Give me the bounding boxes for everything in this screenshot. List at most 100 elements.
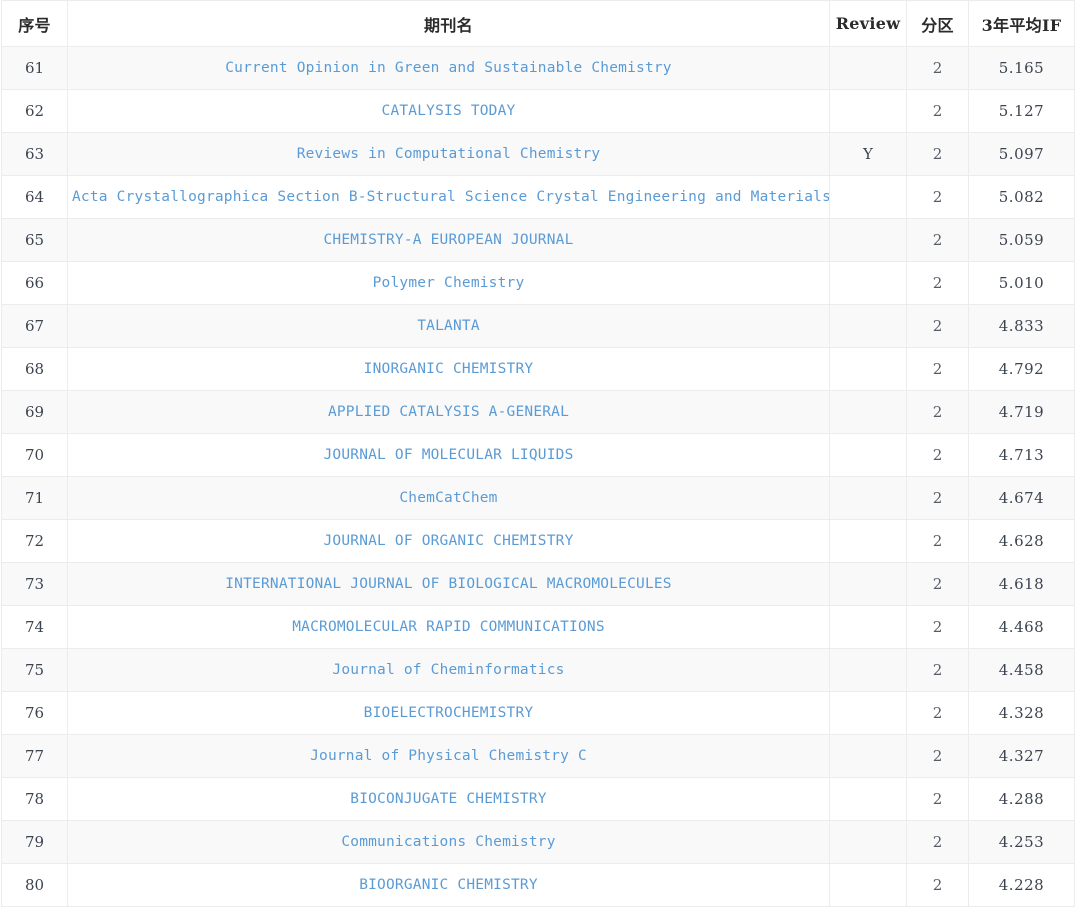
- cell-zone: 2: [906, 648, 969, 692]
- cell-journal-name[interactable]: INTERNATIONAL JOURNAL OF BIOLOGICAL MACR…: [67, 562, 830, 606]
- cell-zone: 2: [906, 562, 969, 606]
- cell-if3y: 5.082: [968, 175, 1075, 219]
- cell-zone: 2: [906, 175, 969, 219]
- cell-journal-name[interactable]: JOURNAL OF MOLECULAR LIQUIDS: [67, 433, 830, 477]
- column-header-zone[interactable]: 分区: [906, 0, 969, 47]
- journal-ranking-table: 序号 期刊名 Review 分区 3年平均IF 61 Current Opinio…: [1, 0, 1075, 907]
- cell-review: [829, 347, 907, 391]
- cell-review: [829, 519, 907, 563]
- cell-if3y: 4.674: [968, 476, 1075, 520]
- cell-if3y: 5.010: [968, 261, 1075, 305]
- cell-journal-name[interactable]: Current Opinion in Green and Sustainable…: [67, 46, 830, 90]
- cell-journal-name[interactable]: TALANTA: [67, 304, 830, 348]
- column-header-journal-name[interactable]: 期刊名: [67, 0, 830, 47]
- cell-journal-name[interactable]: JOURNAL OF ORGANIC CHEMISTRY: [67, 519, 830, 563]
- cell-review: [829, 734, 907, 778]
- cell-journal-name[interactable]: Acta Crystallographica Section B-Structu…: [67, 175, 830, 219]
- cell-index: 70: [1, 433, 68, 477]
- cell-index: 65: [1, 218, 68, 262]
- cell-index: 76: [1, 691, 68, 735]
- cell-journal-name[interactable]: BIOCONJUGATE CHEMISTRY: [67, 777, 830, 821]
- table-row[interactable]: 63 Reviews in Computational Chemistry Y 2 5.…: [1, 132, 1075, 176]
- table-row[interactable]: 75 Journal of Cheminformatics 2 4.458: [1, 648, 1075, 692]
- cell-if3y: 5.059: [968, 218, 1075, 262]
- cell-journal-name[interactable]: CHEMISTRY-A EUROPEAN JOURNAL: [67, 218, 830, 262]
- table-row[interactable]: 62 CATALYSIS TODAY 2 5.127: [1, 89, 1075, 133]
- table-row[interactable]: 64 Acta Crystallographica Section B-Struc…: [1, 175, 1075, 219]
- cell-index: 72: [1, 519, 68, 563]
- table-row[interactable]: 76 BIOELECTROCHEMISTRY 2 4.328: [1, 691, 1075, 735]
- cell-journal-name[interactable]: Communications Chemistry: [67, 820, 830, 864]
- cell-if3y: 4.468: [968, 605, 1075, 649]
- table-row[interactable]: 78 BIOCONJUGATE CHEMISTRY 2 4.288: [1, 777, 1075, 821]
- cell-journal-name[interactable]: Journal of Cheminformatics: [67, 648, 830, 692]
- cell-zone: 2: [906, 218, 969, 262]
- cell-review: [829, 562, 907, 606]
- cell-review: [829, 605, 907, 649]
- table-row[interactable]: 67 TALANTA 2 4.833: [1, 304, 1075, 348]
- cell-journal-name[interactable]: Reviews in Computational Chemistry: [67, 132, 830, 176]
- cell-index: 62: [1, 89, 68, 133]
- cell-if3y: 4.327: [968, 734, 1075, 778]
- cell-journal-name[interactable]: ChemCatChem: [67, 476, 830, 520]
- cell-zone: 2: [906, 46, 969, 90]
- cell-if3y: 4.719: [968, 390, 1075, 434]
- cell-index: 68: [1, 347, 68, 391]
- table-row[interactable]: 71 ChemCatChem 2 4.674: [1, 476, 1075, 520]
- table-row[interactable]: 80 BIOORGANIC CHEMISTRY 2 4.228: [1, 863, 1075, 907]
- cell-review: [829, 175, 907, 219]
- cell-zone: 2: [906, 476, 969, 520]
- table-header-row: 序号 期刊名 Review 分区 3年平均IF: [1, 0, 1075, 47]
- cell-if3y: 4.833: [968, 304, 1075, 348]
- cell-review: [829, 304, 907, 348]
- cell-index: 69: [1, 390, 68, 434]
- cell-index: 74: [1, 605, 68, 649]
- cell-if3y: 5.127: [968, 89, 1075, 133]
- cell-journal-name[interactable]: Journal of Physical Chemistry C: [67, 734, 830, 778]
- table-row[interactable]: 73 INTERNATIONAL JOURNAL OF BIOLOGICAL MA…: [1, 562, 1075, 606]
- cell-journal-name[interactable]: CATALYSIS TODAY: [67, 89, 830, 133]
- cell-zone: 2: [906, 605, 969, 649]
- cell-if3y: 5.097: [968, 132, 1075, 176]
- column-header-index[interactable]: 序号: [1, 0, 68, 47]
- cell-if3y: 4.713: [968, 433, 1075, 477]
- table-row[interactable]: 72 JOURNAL OF ORGANIC CHEMISTRY 2 4.628: [1, 519, 1075, 563]
- cell-zone: 2: [906, 691, 969, 735]
- cell-index: 66: [1, 261, 68, 305]
- table-row[interactable]: 79 Communications Chemistry 2 4.253: [1, 820, 1075, 864]
- cell-journal-name[interactable]: BIOORGANIC CHEMISTRY: [67, 863, 830, 907]
- cell-index: 63: [1, 132, 68, 176]
- cell-review: [829, 777, 907, 821]
- cell-zone: 2: [906, 347, 969, 391]
- cell-if3y: 4.792: [968, 347, 1075, 391]
- table-row[interactable]: 61 Current Opinion in Green and Sustainab…: [1, 46, 1075, 90]
- cell-if3y: 4.288: [968, 777, 1075, 821]
- table-row[interactable]: 77 Journal of Physical Chemistry C 2 4.327: [1, 734, 1075, 778]
- table-row[interactable]: 66 Polymer Chemistry 2 5.010: [1, 261, 1075, 305]
- cell-review: [829, 218, 907, 262]
- cell-index: 77: [1, 734, 68, 778]
- cell-review: [829, 691, 907, 735]
- table-row[interactable]: 69 APPLIED CATALYSIS A-GENERAL 2 4.719: [1, 390, 1075, 434]
- cell-journal-name[interactable]: MACROMOLECULAR RAPID COMMUNICATIONS: [67, 605, 830, 649]
- cell-zone: 2: [906, 132, 969, 176]
- cell-journal-name[interactable]: BIOELECTROCHEMISTRY: [67, 691, 830, 735]
- cell-index: 73: [1, 562, 68, 606]
- table-row[interactable]: 70 JOURNAL OF MOLECULAR LIQUIDS 2 4.713: [1, 433, 1075, 477]
- table-row[interactable]: 68 INORGANIC CHEMISTRY 2 4.792: [1, 347, 1075, 391]
- column-header-review[interactable]: Review: [829, 0, 907, 47]
- cell-zone: 2: [906, 863, 969, 907]
- table-row[interactable]: 74 MACROMOLECULAR RAPID COMMUNICATIONS 2 4.…: [1, 605, 1075, 649]
- cell-zone: 2: [906, 820, 969, 864]
- cell-zone: 2: [906, 734, 969, 778]
- cell-review: [829, 648, 907, 692]
- cell-review: Y: [829, 132, 907, 176]
- table-header: 序号 期刊名 Review 分区 3年平均IF: [1, 0, 1075, 47]
- cell-zone: 2: [906, 89, 969, 133]
- cell-journal-name[interactable]: Polymer Chemistry: [67, 261, 830, 305]
- cell-journal-name[interactable]: INORGANIC CHEMISTRY: [67, 347, 830, 391]
- cell-journal-name[interactable]: APPLIED CATALYSIS A-GENERAL: [67, 390, 830, 434]
- table-body: 61 Current Opinion in Green and Sustainab…: [1, 46, 1075, 907]
- table-row[interactable]: 65 CHEMISTRY-A EUROPEAN JOURNAL 2 5.059: [1, 218, 1075, 262]
- column-header-if3y[interactable]: 3年平均IF: [968, 0, 1075, 47]
